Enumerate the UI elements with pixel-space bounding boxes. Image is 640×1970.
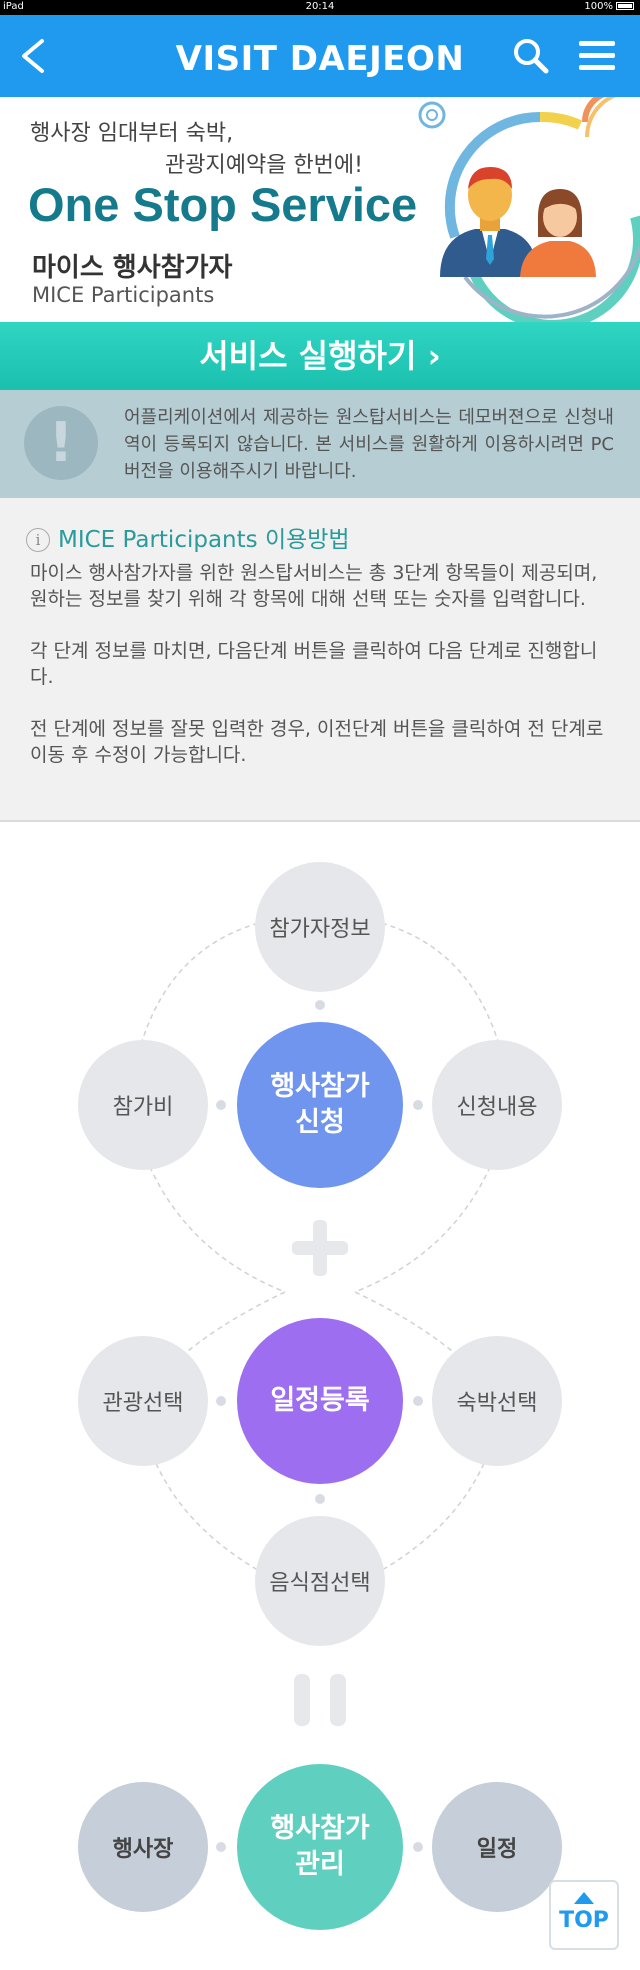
connector-dot	[216, 1842, 226, 1852]
node-schedule-registration-label: 일정등록	[270, 1385, 370, 1416]
node-tour-selection[interactable]: 관광선택	[78, 1336, 208, 1466]
clock: 20:14	[305, 1, 335, 12]
scroll-top-button[interactable]: TOP	[549, 1880, 619, 1950]
service-banner: 행사장 임대부터 숙박, 관광지예약을 한번에! One Stop Servic…	[0, 97, 640, 322]
exclamation-icon: !	[24, 406, 98, 480]
connector-dot	[315, 1494, 325, 1504]
tagline-line2: 관광지예약을 한번에!	[165, 153, 363, 178]
usage-title-text: MICE Participants 이용방법	[58, 527, 350, 553]
usage-paragraph: 각 단계 정보를 마치면, 다음단계 버튼을 클릭하여 다음 단계로 진행합니다…	[30, 640, 598, 688]
banner-heading: One Stop Service	[28, 178, 418, 231]
process-diagram: 참가자정보 참가비 행사참가 신청 신청내용 관광선택 일정등록 숙박선택 음식…	[0, 822, 640, 1970]
subtitle-korean: 마이스 행사참가자	[32, 253, 233, 283]
usage-guide: i MICE Participants 이용방법 마이스 행사참가자를 위한 원스…	[0, 498, 640, 822]
scroll-top-label: TOP	[559, 1908, 609, 1933]
node-fee[interactable]: 참가비	[78, 1040, 208, 1170]
status-bar: iPad 20:14 100%	[0, 0, 640, 15]
usage-title: i MICE Participants 이용방법	[26, 520, 350, 554]
plus-sign-horizontal	[292, 1241, 348, 1255]
tagline-line1: 행사장 임대부터 숙박,	[30, 121, 234, 146]
menu-button[interactable]	[574, 33, 620, 79]
connector-dot	[413, 1842, 423, 1852]
usage-paragraph: 전 단계에 정보를 잘못 입력한 경우, 이전단계 버튼을 클릭하여 전 단계로…	[30, 718, 604, 766]
search-icon	[514, 39, 549, 74]
connector-dot	[413, 1100, 423, 1110]
node-schedule-registration[interactable]: 일정등록	[237, 1318, 403, 1484]
node-schedule[interactable]: 일정	[432, 1782, 562, 1912]
run-service-button[interactable]: 서비스 실행하기 ›	[0, 322, 640, 390]
search-button[interactable]	[508, 33, 554, 79]
arrow-up-icon	[574, 1892, 594, 1904]
node-event-management-label: 행사참가 관리	[270, 1813, 370, 1880]
node-event-registration[interactable]: 행사참가 신청	[237, 1022, 403, 1188]
connector-dot	[216, 1100, 226, 1110]
usage-paragraph: 마이스 행사참가자를 위한 원스탑서비스는 총 3단계 항목들이 제공되며, 원…	[30, 562, 598, 610]
notice-text: 어플리케이션에서 제공하는 원스탑서비스는 데모버젼으로 신청내역이 등록되지 …	[124, 407, 614, 482]
participants-illustration	[418, 97, 640, 322]
usage-body: 마이스 행사참가자를 위한 원스탑서비스는 총 3단계 항목들이 제공되며, 원…	[30, 560, 612, 794]
battery-percent: 100%	[584, 1, 613, 12]
hamburger-menu-icon	[579, 41, 615, 70]
node-participant-info[interactable]: 참가자정보	[255, 862, 385, 992]
demo-notice: ! 어플리케이션에서 제공하는 원스탑서비스는 데모버젼으로 신청내역이 등록되…	[0, 390, 640, 498]
info-icon: i	[26, 528, 50, 552]
node-event-registration-label: 행사참가 신청	[270, 1071, 370, 1138]
subtitle-english: MICE Participants	[32, 283, 215, 307]
battery-status: 100%	[584, 1, 634, 12]
node-venue[interactable]: 행사장	[78, 1782, 208, 1912]
node-restaurant-selection[interactable]: 음식점선택	[255, 1516, 385, 1646]
node-lodging-selection[interactable]: 숙박선택	[432, 1336, 562, 1466]
node-event-management[interactable]: 행사참가 관리	[237, 1764, 403, 1930]
node-application-details[interactable]: 신청내용	[432, 1040, 562, 1170]
app-header: VISIT DAEJEON	[0, 15, 640, 97]
battery-icon	[616, 2, 634, 10]
connector-dot	[216, 1396, 226, 1406]
equals-sign-left	[294, 1674, 310, 1726]
equals-sign-right	[330, 1674, 346, 1726]
connector-dot	[413, 1396, 423, 1406]
connector-dot	[315, 1000, 325, 1010]
